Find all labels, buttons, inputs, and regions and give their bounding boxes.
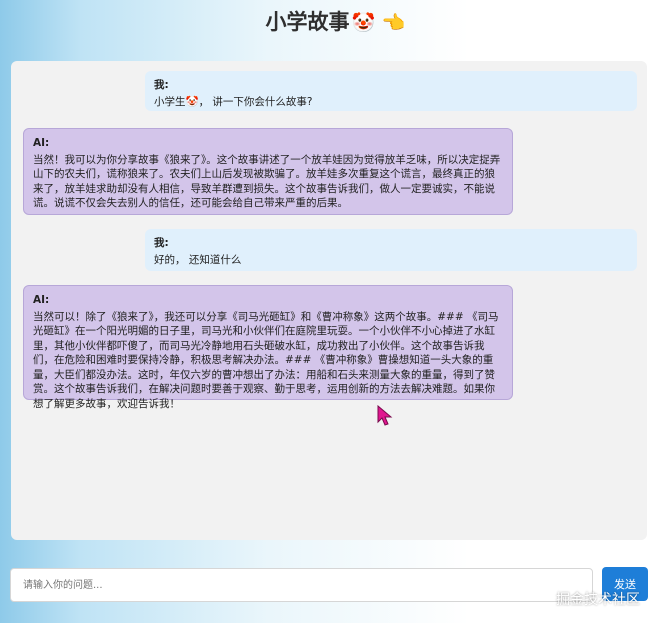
message-text: 小学生🤡， 讲一下你会什么故事? — [154, 95, 313, 108]
user-message: 我: 好的， 还知道什么 — [145, 229, 637, 271]
mouse-cursor-icon — [377, 405, 393, 426]
watermark: 掘金技术社区 — [556, 592, 640, 608]
message-speaker: AI: — [33, 137, 50, 149]
ai-message: AI: 当然可以！除了《狼来了》，我还可以分享《司马光砸缸》和《曹冲称象》这两个… — [23, 285, 513, 410]
ai-message: AI: 当然！我可以为你分享故事《狼来了》。这个故事讲述了一个放羊娃因为觉得放羊… — [23, 128, 513, 215]
clown-pointing-emoji-icon: 🤡 👈 — [351, 12, 406, 34]
message-speaker: 我: — [154, 79, 169, 91]
message-speaker: AI: — [33, 294, 50, 306]
page-title: 小学故事 🤡 👈 — [0, 6, 671, 36]
message-text: 当然！我可以为你分享故事《狼来了》。这个故事讲述了一个放羊娃因为觉得放羊乏味，所… — [33, 153, 501, 210]
message-text: 当然可以！除了《狼来了》，我还可以分享《司马光砸缸》和《曹冲称象》这两个故事。#… — [33, 310, 499, 410]
chat-area[interactable]: 我: 小学生🤡， 讲一下你会什么故事? AI: 当然！我可以为你分享故事《狼来了… — [11, 61, 647, 540]
title-text: 小学故事 — [265, 10, 350, 34]
message-text: 好的， 还知道什么 — [154, 253, 242, 266]
question-input[interactable] — [10, 568, 593, 602]
message-speaker: 我: — [154, 237, 169, 249]
user-message: 我: 小学生🤡， 讲一下你会什么故事? — [145, 71, 637, 111]
